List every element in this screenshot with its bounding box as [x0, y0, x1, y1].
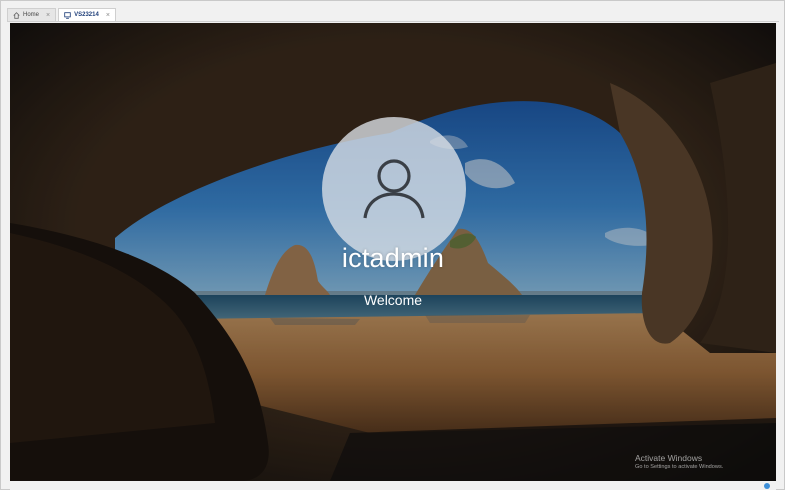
- client-status-bar: [10, 482, 776, 490]
- user-avatar: [322, 117, 466, 261]
- user-icon: [363, 159, 425, 219]
- tab-vm[interactable]: VS23214 ×: [58, 8, 116, 21]
- connection-status-icon: [764, 483, 770, 489]
- vm-client-window: Home × VS23214 × ictadmin Welcome Activa…: [0, 0, 785, 490]
- watermark-title: Activate Windows: [635, 453, 703, 463]
- home-icon: [13, 11, 20, 19]
- tab-vm-label: VS23214: [74, 12, 99, 18]
- username-label: ictadmin: [341, 243, 445, 273]
- tab-home[interactable]: Home ×: [7, 8, 57, 21]
- vm-icon: [64, 11, 71, 19]
- close-icon[interactable]: ×: [46, 12, 50, 19]
- vm-console-screen[interactable]: ictadmin Welcome Activate Windows Go to …: [10, 23, 776, 481]
- activate-windows-watermark: Activate Windows Go to Settings to activ…: [635, 453, 723, 470]
- watermark-subtitle: Go to Settings to activate Windows.: [635, 464, 724, 470]
- tab-home-label: Home: [23, 12, 40, 18]
- welcome-status: Welcome: [363, 292, 423, 308]
- close-icon[interactable]: ×: [106, 12, 110, 19]
- tab-bar: Home × VS23214 ×: [7, 7, 779, 22]
